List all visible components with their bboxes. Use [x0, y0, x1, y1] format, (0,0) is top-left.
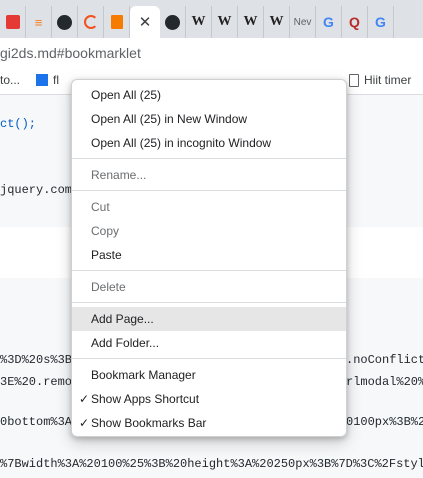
menu-item-open-all-new-window[interactable]: Open All (25) in New Window [72, 107, 346, 131]
bookmark-item[interactable]: fl [36, 73, 59, 87]
menu-item-copy: Copy [91, 224, 120, 238]
wikipedia-icon: W [269, 14, 284, 29]
tab-3[interactable] [52, 6, 78, 38]
menu-item-paste[interactable]: Paste [72, 243, 346, 267]
menu-separator [72, 270, 346, 271]
quora-icon: Q [349, 14, 360, 30]
menu-separator [72, 158, 346, 159]
tab-strip: ≡ ✕ W W W W Nev G Q G [0, 0, 423, 38]
checkmark-icon: ✓ [79, 392, 90, 406]
tab-13[interactable]: G [316, 6, 342, 38]
code-line: jquery.com [0, 183, 73, 197]
bookmark-context-menu: Open All (25) Open All (25) in New Windo… [71, 79, 347, 437]
menu-item-show-bookmarks-bar[interactable]: ✓ Show Bookmarks Bar [72, 411, 346, 435]
code-line: %3D%20s%3B [0, 353, 73, 367]
tab-active[interactable]: ✕ [130, 6, 160, 38]
wikipedia-icon: W [191, 14, 206, 29]
google-icon: G [375, 14, 386, 30]
tab-12[interactable]: Nev [290, 6, 316, 38]
tab-11[interactable]: W [264, 6, 290, 38]
bookmark-favicon-icon [36, 74, 48, 86]
google-icon: G [323, 14, 334, 30]
menu-item-cut: Cut [91, 200, 110, 214]
menu-separator [72, 358, 346, 359]
bookmark-item-hiit-timer[interactable]: Hiit timer [349, 73, 411, 87]
orange-ring-icon [83, 15, 98, 29]
tab-5[interactable] [104, 6, 130, 38]
code-line: %7Bwidth%3A%20100%25%3B%20height%3A%2025… [0, 457, 423, 471]
orange-book-icon [110, 15, 123, 29]
github-icon [165, 14, 180, 30]
bookmark-label: Hiit timer [364, 73, 412, 87]
menu-item-label: Show Apps Shortcut [91, 392, 200, 406]
code-line: rlmodal%20% [346, 375, 423, 389]
tab-4[interactable] [78, 6, 104, 38]
wikipedia-icon: W [243, 14, 258, 29]
tab-7[interactable] [160, 6, 186, 38]
tab-15[interactable]: G [368, 6, 394, 38]
tab-14[interactable]: Q [342, 6, 368, 38]
menu-item-show-apps-shortcut[interactable]: ✓ Show Apps Shortcut [72, 387, 346, 411]
github-icon [57, 14, 72, 30]
wikipedia-icon: W [217, 14, 232, 29]
menu-separator [72, 302, 346, 303]
url-text[interactable]: gi2ds.md#bookmarklet [0, 45, 141, 61]
code-line: 3E%20.remo [0, 375, 73, 389]
code-line: .noConflict [346, 353, 423, 367]
code-line: 0100px%3B%2 [346, 415, 423, 429]
code-line: 0bottom%3A [0, 415, 73, 429]
tab-9[interactable]: W [212, 6, 238, 38]
tab-10[interactable]: W [238, 6, 264, 38]
menu-item-label: Show Bookmarks Bar [91, 416, 207, 430]
menu-item-rename: Rename... [91, 168, 147, 182]
tab-8[interactable]: W [186, 6, 212, 38]
red-square-icon [5, 15, 20, 29]
menu-item-delete: Delete [91, 280, 126, 294]
close-icon[interactable]: ✕ [139, 13, 152, 31]
menu-item-add-page[interactable]: Add Page... [72, 307, 346, 331]
bookmark-item[interactable]: to... [0, 73, 20, 87]
bookmark-label: to... [0, 73, 21, 87]
menu-item-open-all[interactable]: Open All (25) [72, 83, 346, 107]
menu-separator [72, 190, 346, 191]
document-icon [349, 73, 359, 87]
bookmark-label: fl [53, 73, 59, 87]
menu-item-add-folder[interactable]: Add Folder... [72, 331, 346, 355]
menu-item-open-all-incognito[interactable]: Open All (25) in incognito Window [72, 131, 346, 155]
code-line: ct(); [0, 117, 37, 131]
menu-item-bookmark-manager[interactable]: Bookmark Manager [72, 363, 346, 387]
stackoverflow-icon: ≡ [34, 14, 43, 30]
tab-2[interactable]: ≡ [26, 6, 52, 38]
checkmark-icon: ✓ [79, 416, 90, 430]
address-bar[interactable]: gi2ds.md#bookmarklet [0, 38, 423, 68]
tab-title: Nev [293, 16, 312, 28]
tab-1[interactable] [0, 6, 26, 38]
